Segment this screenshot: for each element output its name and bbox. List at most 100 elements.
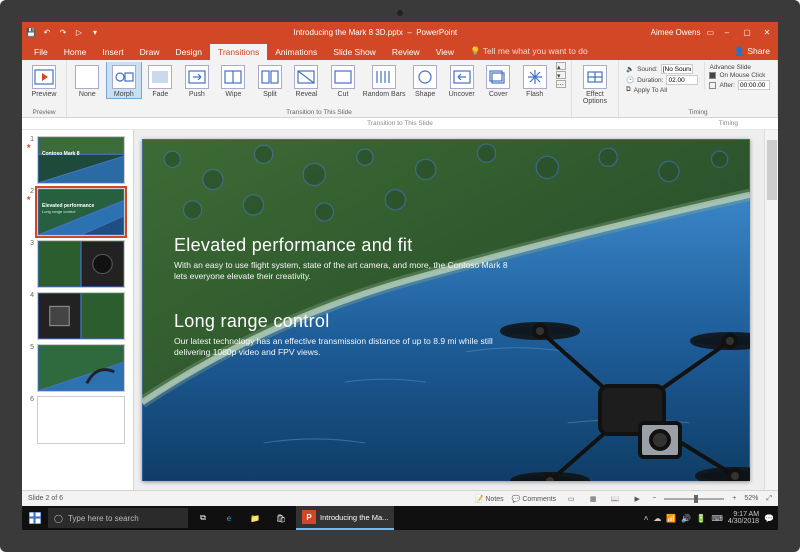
transition-shape[interactable]: Shape [408, 62, 443, 98]
fit-to-window-icon[interactable]: ⤢ [766, 495, 772, 503]
tell-me-search[interactable]: 💡 Tell me what you want to do [462, 43, 596, 60]
tab-animations[interactable]: Animations [267, 44, 325, 60]
comments-button[interactable]: 💬 Comments [512, 495, 557, 503]
thumbnails-panel[interactable]: 1★ Contoso Mark 8 2★ Elevated performanc… [22, 130, 134, 490]
effect-options-button[interactable]: Effect Options [575, 62, 615, 105]
tab-home[interactable]: Home [56, 44, 95, 60]
clock-date: 4/30/2018 [728, 518, 759, 525]
gallery-scroll-down[interactable]: ▾ [556, 71, 566, 79]
on-click-checkbox[interactable] [709, 72, 716, 79]
thumbnail-1[interactable]: 1★ Contoso Mark 8 [22, 134, 133, 186]
slide-heading-2[interactable]: Long range control [174, 311, 508, 332]
duration-label: Duration: [637, 77, 663, 84]
onedrive-icon[interactable]: ☁ [653, 514, 661, 523]
tab-insert[interactable]: Insert [94, 44, 131, 60]
duration-input[interactable] [666, 75, 698, 85]
redo-icon[interactable]: ↷ [58, 27, 68, 37]
ribbon-group-preview: Preview Preview [22, 60, 67, 117]
thumbnail-4[interactable]: 4 [22, 290, 133, 342]
transition-uncover[interactable]: Uncover [444, 62, 479, 98]
zoom-slider[interactable] [664, 498, 724, 500]
tab-draw[interactable]: Draw [132, 44, 168, 60]
thumbnail-5[interactable]: 5 [22, 342, 133, 394]
qat-dropdown-icon[interactable]: ▾ [90, 27, 100, 37]
slide-heading-1[interactable]: Elevated performance and fit [174, 235, 508, 256]
zoom-in-button[interactable]: + [732, 495, 736, 502]
slide-text[interactable]: Elevated performance and fit With an eas… [174, 235, 508, 359]
transition-randombars[interactable]: Random Bars [362, 62, 406, 98]
undo-icon[interactable]: ↶ [42, 27, 52, 37]
transition-fade[interactable]: Fade [143, 62, 178, 98]
transition-flash[interactable]: Flash [517, 62, 552, 98]
volume-icon[interactable]: 🔊 [681, 514, 691, 523]
apply-to-all-button[interactable]: ⧉Apply To All [626, 86, 698, 94]
transition-none[interactable]: None [70, 62, 105, 98]
slide-body-2[interactable]: Our latest technology has an effective t… [174, 336, 508, 359]
save-icon[interactable]: 💾 [26, 27, 36, 37]
comments-label: Comments [522, 496, 556, 503]
vertical-scrollbar[interactable] [764, 130, 778, 490]
ribbon-group-effect: Effect Options [572, 60, 619, 117]
search-placeholder: Type here to search [68, 514, 139, 523]
share-button[interactable]: 👤 Share [726, 43, 778, 60]
thumbnail-3[interactable]: 3 [22, 238, 133, 290]
notes-button[interactable]: 📝 Notes [475, 495, 504, 503]
sound-select[interactable] [661, 64, 693, 74]
transition-cut[interactable]: Cut [326, 62, 361, 98]
thumbnail-2[interactable]: 2★ Elevated performanceLong range contro… [22, 186, 133, 238]
reading-view-icon[interactable]: 📖 [608, 493, 622, 505]
tab-view[interactable]: View [428, 44, 462, 60]
minimize-button[interactable]: – [720, 28, 734, 37]
animation-star-icon: ★ [26, 143, 34, 150]
edge-icon[interactable]: e [218, 507, 240, 529]
slide[interactable]: Elevated performance and fit With an eas… [142, 139, 750, 481]
preview-button[interactable]: Preview [25, 62, 63, 98]
ribbon-group-timing: 🔈Sound: 🕑Duration: ⧉Apply To All Advance… [619, 60, 778, 117]
taskbar-clock[interactable]: 9:17 AM 4/30/2018 [728, 511, 759, 525]
wifi-icon[interactable]: 📶 [666, 514, 676, 523]
tab-transitions[interactable]: Transitions [210, 44, 267, 60]
push-icon [185, 65, 209, 89]
keyboard-icon[interactable]: ⌨ [711, 514, 723, 523]
start-button[interactable] [26, 509, 44, 527]
system-tray[interactable]: ˄ ☁ 📶 🔊 🔋 ⌨ 9:17 AM 4/30/2018 💬 [644, 511, 774, 525]
transition-push[interactable]: Push [180, 62, 215, 98]
battery-icon[interactable]: 🔋 [696, 514, 706, 523]
sorter-view-icon[interactable]: ▦ [586, 493, 600, 505]
zoom-out-button[interactable]: − [652, 495, 656, 502]
titlebar: 💾 ↶ ↷ ▷ ▾ Introducing the Mark 8 3D.pptx… [22, 22, 778, 42]
tray-expand-icon[interactable]: ˄ [644, 514, 649, 523]
action-center-icon[interactable]: 💬 [764, 514, 774, 523]
user-name[interactable]: Aimee Owens [651, 28, 701, 37]
transition-wipe[interactable]: Wipe [216, 62, 251, 98]
transition-cover[interactable]: Cover [481, 62, 516, 98]
transition-split[interactable]: Split [253, 62, 288, 98]
thumbnail-6[interactable]: 6 [22, 394, 133, 446]
tab-file[interactable]: File [26, 44, 56, 60]
gallery-expand[interactable]: ⋯ [556, 80, 566, 88]
slide-body-1[interactable]: With an easy to use flight system, state… [174, 260, 508, 283]
start-slideshow-icon[interactable]: ▷ [74, 27, 84, 37]
taskbar-search[interactable]: ◯ Type here to search [48, 508, 188, 528]
taskbar-powerpoint-window[interactable]: P Introducing the Ma... [296, 506, 394, 530]
tab-review[interactable]: Review [384, 44, 428, 60]
transition-reveal[interactable]: Reveal [289, 62, 324, 98]
maximize-button[interactable]: ▢ [740, 28, 754, 37]
task-view-icon[interactable]: ⧉ [192, 507, 214, 529]
tab-slideshow[interactable]: Slide Show [325, 44, 384, 60]
tab-design[interactable]: Design [168, 44, 210, 60]
ribbon: Preview Preview None Morph Fade Push Wip… [22, 60, 778, 118]
file-explorer-icon[interactable]: 📁 [244, 507, 266, 529]
after-checkbox[interactable] [709, 82, 716, 89]
transition-label: Reveal [296, 91, 318, 98]
store-icon[interactable]: 🛍 [270, 507, 292, 529]
transition-morph[interactable]: Morph [107, 62, 142, 98]
after-input[interactable] [738, 80, 770, 90]
zoom-level[interactable]: 52% [744, 495, 758, 502]
close-button[interactable]: ✕ [760, 28, 774, 37]
slide-canvas-area[interactable]: Elevated performance and fit With an eas… [134, 130, 778, 490]
slideshow-view-icon[interactable]: ▶ [630, 493, 644, 505]
gallery-scroll-up[interactable]: ▴ [556, 62, 566, 70]
ribbon-options-icon[interactable]: ▭ [706, 28, 714, 37]
normal-view-icon[interactable]: ▭ [564, 493, 578, 505]
